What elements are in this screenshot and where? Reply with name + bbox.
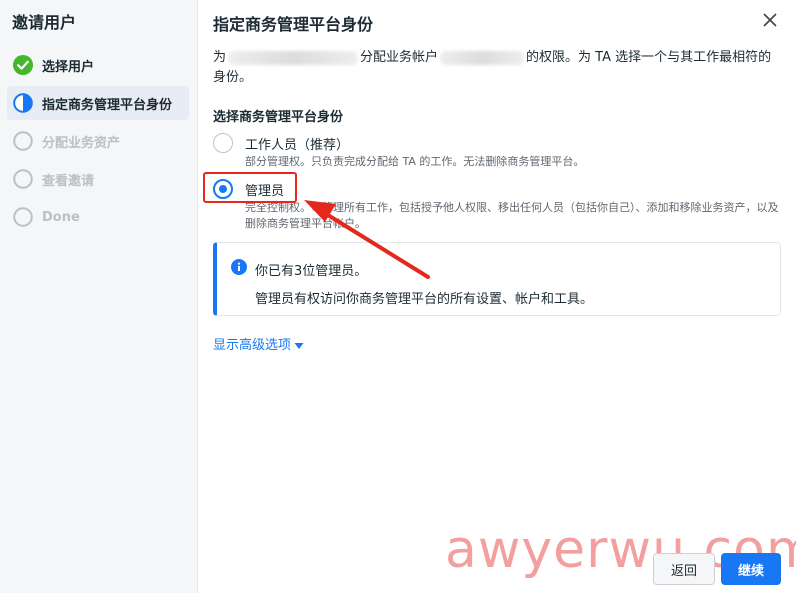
option-description: 完全控制权。可管理所有工作，包括授予他人权限、移出任何人员（包括你自己）、添加和…	[245, 201, 779, 230]
step-label: 选择用户	[42, 59, 95, 75]
step-label: Done	[42, 209, 80, 225]
redacted-name	[228, 50, 359, 65]
info-body: 管理员有权访问你商务管理平台的所有设置、帐户和工具。	[255, 292, 594, 307]
step-select-users[interactable]: 选择用户	[7, 48, 189, 82]
info-icon	[231, 259, 247, 275]
half-circle-progress-icon	[13, 93, 33, 113]
step-label: 分配业务资产	[42, 135, 121, 151]
option-title: 工作人员（推荐）	[245, 138, 350, 153]
wizard-sidebar: 邀请用户 选择用户 指定商务管理平台身份 分配业务资产 查看邀请 Done	[0, 0, 198, 593]
show-advanced-options-link[interactable]: 显示高级选项	[213, 334, 304, 353]
step-label: 指定商务管理平台身份	[42, 97, 173, 113]
step-done[interactable]: Done	[7, 200, 189, 234]
option-description: 部分管理权。只负责完成分配给 TA 的工作。无法删除商务管理平台。	[245, 155, 585, 168]
empty-circle-icon	[13, 207, 33, 227]
empty-circle-icon	[13, 169, 33, 189]
dialog-description: 为分配业务帐户 的权限。为 TA 选择一个与其工作最相符的身份。	[213, 48, 783, 88]
info-banner: 你已有3位管理员。 管理员有权访问你商务管理平台的所有设置、帐户和工具。	[213, 242, 781, 316]
section-label: 选择商务管理平台身份	[213, 110, 344, 125]
back-button[interactable]: 返回	[653, 553, 715, 585]
annotation-highlight-box	[203, 172, 297, 203]
info-title: 你已有3位管理员。	[255, 264, 368, 279]
step-assign-identity[interactable]: 指定商务管理平台身份	[7, 86, 189, 120]
radio-employee[interactable]	[213, 133, 233, 153]
dialog-panel: 指定商务管理平台身份 为分配业务帐户 的权限。为 TA 选择一个与其工作最相符的身…	[198, 0, 796, 593]
empty-circle-icon	[13, 131, 33, 151]
desc-part-1: 为	[213, 50, 227, 65]
step-review-invite[interactable]: 查看邀请	[7, 162, 189, 196]
redacted-account	[440, 50, 525, 65]
continue-button[interactable]: 继续	[721, 553, 781, 585]
close-icon[interactable]	[762, 12, 778, 28]
check-circle-icon	[13, 55, 33, 75]
caret-down-icon	[294, 342, 304, 349]
dialog-title: 指定商务管理平台身份	[213, 15, 374, 34]
advanced-link-label: 显示高级选项	[213, 338, 292, 353]
wizard-title: 邀请用户	[12, 13, 77, 32]
step-label: 查看邀请	[42, 173, 95, 189]
step-assign-assets[interactable]: 分配业务资产	[7, 124, 189, 158]
desc-part-2: 分配业务帐户	[360, 50, 439, 65]
